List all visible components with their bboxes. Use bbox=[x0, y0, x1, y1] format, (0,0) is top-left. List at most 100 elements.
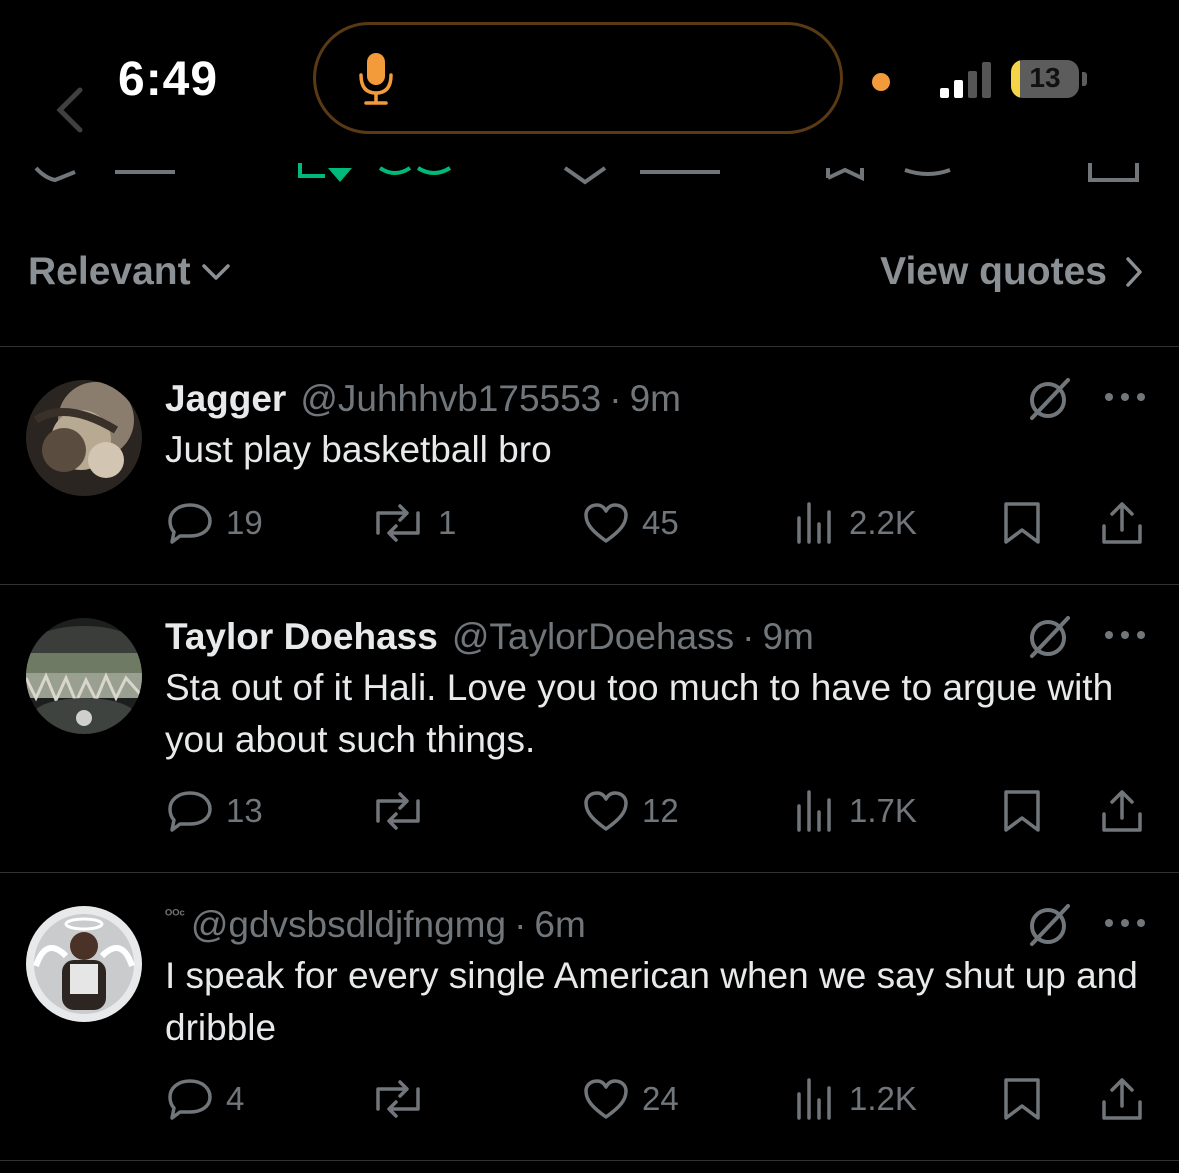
reply-time[interactable]: 9m bbox=[762, 616, 813, 658]
more-options-icon[interactable] bbox=[1103, 916, 1147, 930]
reply-text: Sta out of it Hali. Love you too much to… bbox=[165, 667, 1114, 760]
sort-relevant-button[interactable]: Relevant bbox=[28, 250, 231, 294]
repost-count: 1 bbox=[438, 504, 457, 541]
like-count: 24 bbox=[642, 1080, 679, 1117]
share-icon bbox=[1102, 790, 1142, 832]
more-options-icon[interactable] bbox=[1103, 390, 1147, 404]
reply-count: 13 bbox=[226, 792, 263, 829]
like-count: 45 bbox=[642, 504, 679, 541]
reply-icon bbox=[168, 791, 212, 832]
sort-row: Relevant View quotes bbox=[0, 232, 1179, 320]
share-button[interactable] bbox=[1100, 1074, 1144, 1124]
bookmark-button[interactable] bbox=[1002, 498, 1042, 548]
reply-time[interactable]: 9m bbox=[630, 378, 681, 420]
bookmark-button[interactable] bbox=[1002, 786, 1042, 836]
share-button[interactable] bbox=[1100, 786, 1144, 836]
views-count: 1.2K bbox=[849, 1080, 917, 1117]
author-handle[interactable]: @TaylorDoehass bbox=[452, 616, 734, 658]
chevron-down-icon bbox=[201, 264, 230, 280]
view-quotes-label: View quotes bbox=[880, 250, 1107, 293]
reply-time[interactable]: 6m bbox=[534, 904, 585, 946]
divider bbox=[0, 584, 1179, 585]
reply-text: I speak for every single American when w… bbox=[165, 955, 1138, 1048]
battery-icon: 13 bbox=[1011, 60, 1079, 98]
avatar[interactable] bbox=[26, 618, 142, 734]
reply-button[interactable]: 19 bbox=[166, 498, 263, 548]
views-count: 2.2K bbox=[849, 504, 917, 541]
reply-count: 19 bbox=[226, 504, 263, 541]
views-button[interactable]: 1.2K bbox=[795, 1074, 917, 1124]
sort-label: Relevant bbox=[28, 250, 191, 293]
reply-icon bbox=[168, 503, 212, 544]
divider bbox=[0, 346, 1179, 347]
action-bar: 13 12 1.7K bbox=[0, 786, 1179, 836]
reply-button[interactable]: 4 bbox=[166, 1074, 244, 1124]
repost-icon bbox=[376, 792, 420, 830]
share-icon bbox=[1102, 1078, 1142, 1120]
views-button[interactable]: 2.2K bbox=[795, 498, 917, 548]
separator: · bbox=[609, 378, 622, 419]
main-post-action-bar bbox=[0, 138, 1179, 188]
battery-level: 13 bbox=[1029, 62, 1061, 93]
like-button[interactable]: 12 bbox=[582, 786, 679, 836]
reply-item[interactable]: Jagger @Juhhhvb175553 · 9m Just play bas… bbox=[0, 370, 1179, 584]
main-post-action-icons bbox=[34, 163, 1139, 185]
status-bar: 6:49 13 bbox=[0, 0, 1179, 150]
avatar[interactable] bbox=[26, 906, 142, 1022]
repost-icon bbox=[298, 163, 325, 178]
grok-icon[interactable] bbox=[1024, 374, 1074, 424]
battery-nub bbox=[1082, 72, 1087, 86]
share-icon bbox=[1088, 163, 1139, 182]
bookmark-button[interactable] bbox=[1002, 1074, 1042, 1124]
share-icon bbox=[1102, 502, 1142, 544]
heart-icon bbox=[584, 791, 628, 831]
views-button[interactable]: 1.7K bbox=[795, 786, 917, 836]
status-time: 6:49 bbox=[118, 53, 219, 106]
separator: · bbox=[514, 904, 527, 945]
author-handle[interactable]: @gdvsbsdldjfngmg bbox=[191, 904, 506, 946]
author-name[interactable]: Taylor Doehass bbox=[165, 616, 438, 658]
chevron-right-icon bbox=[1126, 257, 1142, 287]
more-options-icon[interactable] bbox=[1103, 628, 1147, 642]
bookmark-icon bbox=[1004, 790, 1040, 832]
cellular-signal-icon bbox=[940, 62, 991, 98]
share-button[interactable] bbox=[1100, 498, 1144, 548]
like-button[interactable]: 45 bbox=[582, 498, 679, 548]
avatar[interactable] bbox=[26, 380, 142, 496]
dynamic-island[interactable] bbox=[313, 22, 843, 134]
grok-icon[interactable] bbox=[1024, 612, 1074, 662]
divider bbox=[0, 1160, 1179, 1161]
action-bar: 4 24 1.2K bbox=[0, 1074, 1179, 1124]
like-button[interactable]: 24 bbox=[582, 1074, 679, 1124]
reply-icon bbox=[34, 166, 76, 183]
action-bar: 19 1 45 2.2K bbox=[0, 498, 1179, 548]
views-count: 1.7K bbox=[849, 792, 917, 829]
like-count: 12 bbox=[642, 792, 679, 829]
reply-item[interactable]: ᴼᴼᶜ @gdvsbsdldjfngmg · 6m I speak for ev… bbox=[0, 896, 1179, 1160]
privacy-indicator-dot bbox=[872, 73, 890, 91]
repost-button[interactable] bbox=[370, 1074, 438, 1124]
reply-count: 4 bbox=[226, 1080, 245, 1117]
views-icon bbox=[797, 1078, 831, 1120]
repost-button[interactable] bbox=[370, 786, 438, 836]
repost-icon bbox=[376, 1080, 420, 1118]
microphone-icon bbox=[359, 53, 393, 105]
bookmark-icon bbox=[826, 167, 864, 182]
back-arrow-icon[interactable] bbox=[40, 80, 100, 140]
author-badge: ᴼᴼᶜ bbox=[165, 906, 185, 922]
reply-item[interactable]: Taylor Doehass @TaylorDoehass · 9m Sta o… bbox=[0, 608, 1179, 872]
repost-button[interactable]: 1 bbox=[370, 498, 456, 548]
bookmark-icon bbox=[1004, 502, 1040, 544]
reply-icon bbox=[168, 1079, 212, 1120]
reply-text: Just play basketball bro bbox=[165, 429, 552, 470]
author-handle[interactable]: @Juhhhvb175553 bbox=[300, 378, 601, 420]
reply-button[interactable]: 13 bbox=[166, 786, 263, 836]
reply-header: ᴼᴼᶜ @gdvsbsdldjfngmg · 6m bbox=[165, 904, 586, 946]
author-name[interactable]: Jagger bbox=[165, 378, 286, 420]
bookmark-icon bbox=[1004, 1078, 1040, 1120]
view-quotes-link[interactable]: View quotes bbox=[880, 250, 1143, 294]
heart-icon bbox=[584, 1079, 628, 1119]
repost-icon bbox=[376, 504, 420, 542]
reply-header: Taylor Doehass @TaylorDoehass · 9m bbox=[165, 616, 814, 658]
grok-icon[interactable] bbox=[1024, 900, 1074, 950]
